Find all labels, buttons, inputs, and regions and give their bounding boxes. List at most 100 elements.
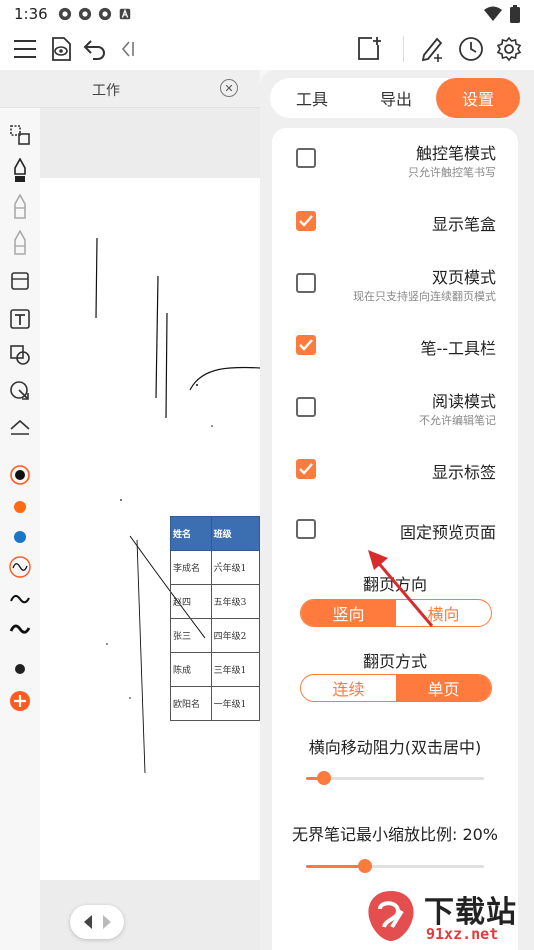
page-direction-title: 翻页方向: [362, 575, 427, 594]
next-page-icon[interactable]: [101, 914, 113, 930]
option-show-pen-box[interactable]: 显示笔盒: [272, 190, 518, 250]
tab-settings[interactable]: 设置: [436, 78, 520, 118]
color-black-selected[interactable]: [7, 462, 33, 488]
resistance-slider[interactable]: [306, 771, 484, 785]
table-cell: 张三: [170, 618, 212, 653]
settings-card: 触控笔模式 只允许触控笔书写 显示笔盒 双页模式 现在只支持竖向连续翻页模式 笔…: [272, 128, 518, 950]
table-row: 陈成 三年级1: [170, 652, 261, 687]
stylus-mode-checkbox[interactable]: [296, 148, 316, 168]
slider-fill: [306, 865, 365, 868]
preview-eye-icon[interactable]: [46, 34, 76, 64]
stroke-medium[interactable]: [7, 586, 33, 612]
settings-panel: 工具 导出 设置 触控笔模式 只允许触控笔书写 显示笔盒 双页模式 现在只支持竖…: [260, 70, 534, 950]
shape-tool-icon[interactable]: [7, 342, 33, 368]
add-page-icon[interactable]: [354, 34, 384, 64]
table-cell: 五年级3: [210, 584, 261, 619]
laser-pointer-icon[interactable]: [7, 378, 33, 404]
direction-vertical-option[interactable]: 竖向: [301, 600, 396, 626]
text-tool-icon[interactable]: [7, 306, 33, 332]
checkmark-icon: [299, 339, 313, 351]
color-blue[interactable]: [7, 524, 33, 550]
table-row: 张三 四年级2: [170, 618, 261, 653]
table-cell: 四年级2: [210, 618, 261, 653]
table-cell: 一年级1: [210, 686, 261, 721]
option-subtitle: 只允许触控笔书写: [408, 166, 496, 179]
collapse-up-icon[interactable]: [7, 414, 33, 440]
undo-icon[interactable]: [80, 34, 110, 64]
direction-horizontal-option[interactable]: 横向: [396, 600, 491, 626]
option-title: 笔--工具栏: [420, 339, 496, 358]
status-time: 1:36: [14, 5, 48, 23]
table-cell: 赵四: [170, 584, 212, 619]
pencil-icon[interactable]: [7, 194, 33, 220]
document-tab[interactable]: 工作: [92, 80, 120, 100]
color-orange[interactable]: [7, 494, 33, 520]
option-title: 固定预览页面: [399, 523, 496, 542]
option-subtitle: 现在只支持竖向连续翻页模式: [353, 290, 496, 303]
tab-export[interactable]: 导出: [354, 78, 438, 118]
site-watermark: 下载站 91xz.net: [362, 885, 532, 947]
lasso-select-icon[interactable]: [7, 122, 33, 148]
table-row: 李成名 六年级1: [170, 550, 261, 585]
watermark-logo-icon: [368, 891, 414, 941]
table-header: 班级: [210, 516, 261, 551]
top-toolbar: [0, 28, 534, 70]
collapse-left-icon[interactable]: [112, 34, 142, 64]
toolbar-divider: [403, 36, 404, 62]
notification-icon: [78, 7, 91, 21]
wifi-icon: [484, 6, 502, 21]
settings-gear-icon[interactable]: [494, 34, 524, 64]
slider-thumb[interactable]: [316, 771, 331, 785]
dot-size-icon[interactable]: [7, 656, 33, 682]
status-bar: 1:36: [0, 0, 534, 28]
battery-icon: [510, 5, 520, 23]
watermark-domain: 91xz.net: [426, 925, 499, 943]
add-pen-icon[interactable]: [418, 34, 448, 64]
table-cell: 欧阳名: [170, 686, 212, 721]
eraser-icon[interactable]: [7, 268, 33, 294]
min-zoom-slider[interactable]: [306, 859, 484, 873]
note-canvas[interactable]: 姓名 班级 李成名 六年级1 赵四 五年级3 张三 四年级2 陈成 三年级1 欧阳名 一年…: [40, 178, 261, 880]
table-cell: 陈成: [170, 652, 212, 687]
slider-thumb[interactable]: [357, 859, 372, 873]
double-page-checkbox[interactable]: [296, 273, 316, 293]
table-cell: 六年级1: [210, 550, 261, 585]
prev-page-icon[interactable]: [82, 914, 94, 930]
stroke-thick[interactable]: [7, 616, 33, 642]
pen-toolbar: [0, 108, 40, 950]
read-mode-checkbox[interactable]: [296, 397, 316, 417]
table-cell: 三年级1: [210, 652, 261, 687]
option-fixed-preview[interactable]: 固定预览页面: [272, 498, 518, 558]
show-tags-checkbox[interactable]: [296, 459, 316, 479]
student-table: 姓名 班级 李成名 六年级1 赵四 五年级3 张三 四年级2 陈成 三年级1 欧阳名 一年…: [170, 516, 261, 721]
table-row: 欧阳名 一年级1: [170, 686, 261, 721]
fountain-pen-icon[interactable]: [7, 158, 33, 184]
add-color-icon[interactable]: [7, 688, 33, 714]
resistance-title: 横向移动阻力(双击居中): [308, 738, 482, 757]
document-tab-bar: 工作 ✕: [0, 70, 260, 108]
option-double-page[interactable]: 双页模式 现在只支持竖向连续翻页模式: [272, 252, 518, 312]
option-title: 阅读模式: [431, 392, 496, 411]
mode-continuous-option[interactable]: 连续: [301, 675, 396, 701]
table-row: 赵四 五年级3: [170, 584, 261, 619]
close-tab-icon[interactable]: ✕: [220, 79, 238, 97]
option-show-tags[interactable]: 显示标签: [272, 438, 518, 498]
pen-toolbar-checkbox[interactable]: [296, 335, 316, 355]
tab-tools[interactable]: 工具: [270, 78, 354, 118]
min-zoom-title: 无界笔记最小缩放比例: 20%: [291, 825, 499, 844]
option-title: 显示笔盒: [431, 215, 496, 234]
menu-icon[interactable]: [10, 34, 40, 64]
highlighter-icon[interactable]: [7, 230, 33, 256]
option-read-mode[interactable]: 阅读模式 不允许编辑笔记: [272, 376, 518, 436]
option-stylus-mode[interactable]: 触控笔模式 只允许触控笔书写: [272, 128, 518, 188]
canvas-margin-top: [40, 108, 260, 178]
checkmark-icon: [299, 215, 313, 227]
fixed-preview-checkbox[interactable]: [296, 519, 316, 539]
option-title: 双页模式: [431, 268, 496, 287]
history-clock-icon[interactable]: [456, 34, 486, 64]
mode-single-option[interactable]: 单页: [396, 675, 491, 701]
stroke-thin-selected[interactable]: [7, 554, 33, 580]
status-system-icons: [484, 5, 520, 23]
option-pen-toolbar[interactable]: 笔--工具栏: [272, 314, 518, 374]
show-pen-box-checkbox[interactable]: [296, 211, 316, 231]
